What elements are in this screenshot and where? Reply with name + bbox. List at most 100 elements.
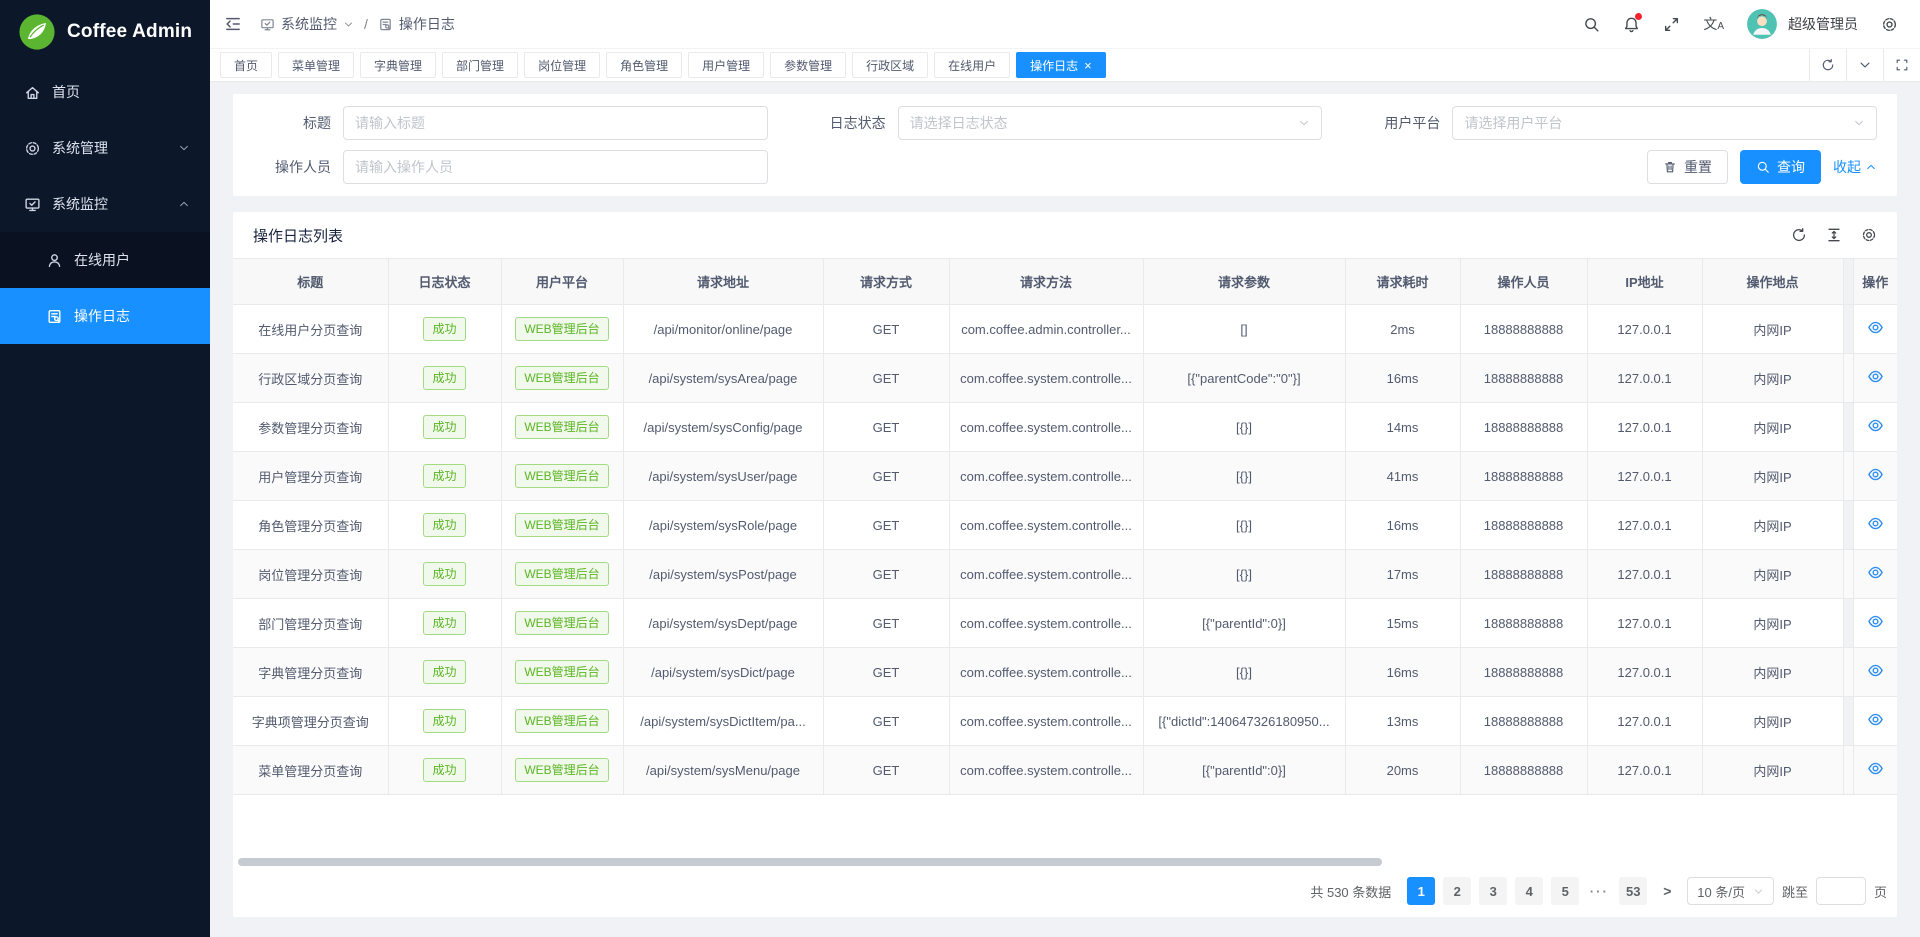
sidebar-subitem[interactable]: 操作日志 [0, 288, 210, 344]
tab-7[interactable]: 参数管理 [770, 52, 846, 78]
cell-operator: 18888888888 [1460, 452, 1587, 501]
page-button-4[interactable]: 4 [1515, 877, 1543, 905]
cell-method: GET [823, 599, 949, 648]
maximize-icon[interactable] [1883, 49, 1920, 81]
select-placeholder: 请选择用户平台 [1464, 113, 1562, 133]
row-density-icon[interactable] [1826, 227, 1842, 243]
sidebar-item[interactable]: 系统管理 [0, 120, 210, 176]
cell-operator: 18888888888 [1460, 305, 1587, 354]
view-detail-button[interactable] [1867, 319, 1884, 336]
cell-method: GET [823, 648, 949, 697]
column-header: 请求方式 [823, 259, 949, 305]
breadcrumb-item-monitor[interactable]: 系统监控 [260, 14, 354, 34]
menu-fold-icon[interactable] [224, 15, 242, 33]
user-name[interactable]: 超级管理员 [1788, 14, 1858, 34]
view-detail-button[interactable] [1867, 711, 1884, 728]
cell-method: GET [823, 354, 949, 403]
tab-3[interactable]: 部门管理 [442, 52, 518, 78]
cell-handler: com.coffee.system.controlle... [949, 501, 1143, 550]
refresh-tabs-icon[interactable] [1809, 49, 1846, 81]
cell-duration: 13ms [1345, 697, 1460, 746]
scrollbar-gutter [1843, 746, 1853, 795]
jump-page-input[interactable] [1816, 877, 1866, 905]
sidebar-item[interactable]: 系统监控 [0, 176, 210, 232]
avatar[interactable] [1747, 9, 1777, 39]
cell-operator: 18888888888 [1460, 599, 1587, 648]
tab-label: 在线用户 [948, 57, 996, 74]
cell-method: GET [823, 550, 949, 599]
collapse-link-label: 收起 [1833, 157, 1861, 177]
tab-8[interactable]: 行政区域 [852, 52, 928, 78]
view-detail-button[interactable] [1867, 760, 1884, 777]
view-detail-button[interactable] [1867, 368, 1884, 385]
cell-platform: WEB管理后台 [501, 746, 623, 795]
search-button[interactable]: 查询 [1740, 150, 1821, 184]
tab-2[interactable]: 字典管理 [360, 52, 436, 78]
tab-label: 部门管理 [456, 57, 504, 74]
sidebar-item-label: 在线用户 [74, 250, 130, 270]
tab-6[interactable]: 用户管理 [688, 52, 764, 78]
next-page-button[interactable]: > [1655, 877, 1679, 905]
sidebar-nav: 首页系统管理系统监控在线用户操作日志 [0, 64, 210, 344]
collapse-form-link[interactable]: 收起 [1833, 157, 1877, 177]
sidebar-subitem[interactable]: 在线用户 [0, 232, 210, 288]
sidebar-item[interactable]: 首页 [0, 64, 210, 120]
tab-0[interactable]: 首页 [220, 52, 272, 78]
page-button-3[interactable]: 3 [1479, 877, 1507, 905]
page-button-53[interactable]: 53 [1619, 877, 1647, 905]
tab-9[interactable]: 在线用户 [934, 52, 1010, 78]
chevron-up-icon [1865, 161, 1877, 173]
view-detail-button[interactable] [1867, 417, 1884, 434]
cell-url: /api/system/sysMenu/page [623, 746, 823, 795]
operator-field-label: 操作人员 [253, 157, 343, 177]
tabbar-actions [1809, 49, 1920, 81]
operator-input[interactable] [355, 151, 756, 183]
horizontal-scrollbar-thumb[interactable] [238, 858, 1382, 866]
cell-action [1853, 599, 1897, 648]
view-detail-button[interactable] [1867, 564, 1884, 581]
cell-operator: 18888888888 [1460, 403, 1587, 452]
settings-gear-icon[interactable] [1881, 16, 1898, 33]
cell-location: 内网IP [1702, 403, 1843, 452]
page-button-2[interactable]: 2 [1443, 877, 1471, 905]
monitor-icon [260, 17, 275, 32]
cell-ip: 127.0.0.1 [1587, 746, 1702, 795]
view-detail-button[interactable] [1867, 662, 1884, 679]
reset-button[interactable]: 重置 [1647, 150, 1728, 184]
cell-location: 内网IP [1702, 648, 1843, 697]
tabs-menu-chevron-icon[interactable] [1846, 49, 1883, 81]
cell-url: /api/system/sysDict/page [623, 648, 823, 697]
translate-icon[interactable]: 文A [1703, 14, 1724, 34]
fullscreen-icon[interactable] [1663, 16, 1680, 33]
tab-10[interactable]: 操作日志× [1016, 52, 1106, 78]
page-button-1[interactable]: 1 [1407, 877, 1435, 905]
tab-5[interactable]: 角色管理 [606, 52, 682, 78]
page-size-value: 10 条/页 [1697, 882, 1745, 901]
refresh-table-icon[interactable] [1791, 227, 1807, 243]
search-form-card: 标题 日志状态 请选择日志状态 用户平台 请选择用户平台 [233, 94, 1897, 196]
cell-platform: WEB管理后台 [501, 599, 623, 648]
log-status-select[interactable]: 请选择日志状态 [898, 106, 1323, 140]
user-platform-select[interactable]: 请选择用户平台 [1452, 106, 1877, 140]
tab-label: 首页 [234, 57, 258, 74]
reset-button-label: 重置 [1684, 157, 1712, 177]
close-icon[interactable]: × [1084, 59, 1092, 72]
view-detail-button[interactable] [1867, 613, 1884, 630]
tab-4[interactable]: 岗位管理 [524, 52, 600, 78]
platform-tag: WEB管理后台 [515, 317, 608, 341]
cell-status: 成功 [388, 550, 501, 599]
tab-label: 参数管理 [784, 57, 832, 74]
column-settings-icon[interactable] [1861, 227, 1877, 243]
breadcrumb-item-log[interactable]: 操作日志 [378, 14, 455, 34]
notification-bell-icon[interactable] [1623, 16, 1640, 33]
cell-params: [{"parentId":0}] [1143, 746, 1345, 795]
table-title: 操作日志列表 [253, 225, 343, 246]
search-icon[interactable] [1583, 16, 1600, 33]
page-button-5[interactable]: 5 [1551, 877, 1579, 905]
page-size-select[interactable]: 10 条/页 [1687, 877, 1774, 905]
title-input[interactable] [355, 107, 756, 139]
view-detail-button[interactable] [1867, 515, 1884, 532]
cell-title: 在线用户分页查询 [233, 305, 388, 354]
tab-1[interactable]: 菜单管理 [278, 52, 354, 78]
view-detail-button[interactable] [1867, 466, 1884, 483]
